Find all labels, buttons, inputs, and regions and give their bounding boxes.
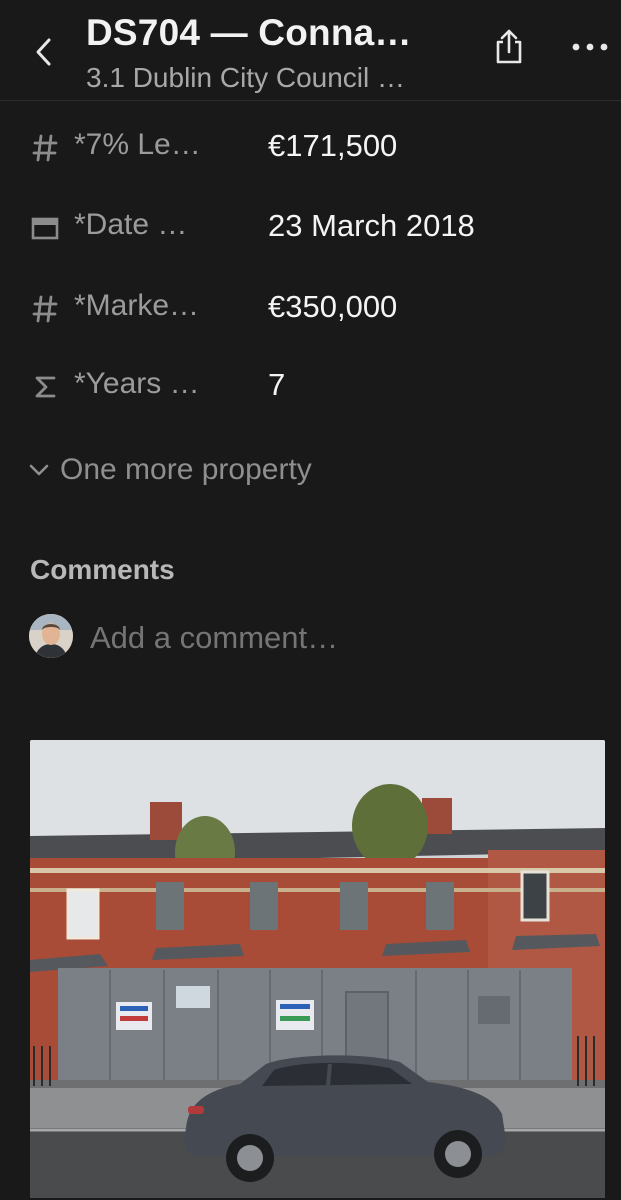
property-row-years[interactable]: *Years … 7 xyxy=(0,357,621,417)
avatar xyxy=(29,614,73,658)
property-name: *7% Le… xyxy=(74,128,201,161)
property-value[interactable]: 7 xyxy=(268,367,588,403)
comments-heading: Comments xyxy=(30,554,175,585)
property-name: *Marke… xyxy=(74,289,200,322)
chevron-down-icon xyxy=(29,464,49,476)
property-row-market-value[interactable]: *Marke… €350,000 xyxy=(0,279,621,339)
property-name: *Date … xyxy=(74,208,188,241)
back-button[interactable] xyxy=(22,30,66,74)
more-horizontal-icon xyxy=(572,43,608,51)
number-icon xyxy=(30,126,60,170)
street-view-image xyxy=(30,740,605,1198)
sigma-icon xyxy=(30,365,60,409)
show-more-properties-label: One more property xyxy=(60,453,312,486)
show-more-properties-button[interactable]: One more property xyxy=(28,448,312,492)
comment-input[interactable] xyxy=(90,620,590,656)
number-icon xyxy=(30,287,60,331)
property-photo[interactable] xyxy=(30,740,605,1198)
calendar-icon xyxy=(30,206,60,250)
page-title: DS704 — Conna… xyxy=(86,12,412,53)
property-value[interactable]: 23 March 2018 xyxy=(268,208,588,244)
share-icon xyxy=(496,29,522,64)
property-row-7pct-levy[interactable]: *7% Le… €171,500 xyxy=(0,118,621,178)
property-value[interactable]: €171,500 xyxy=(268,128,588,164)
property-value[interactable]: €350,000 xyxy=(268,289,588,325)
breadcrumb-database[interactable]: 3.1 Dublin City Council … xyxy=(86,62,476,94)
property-row-date[interactable]: *Date … 23 March 2018 xyxy=(0,198,621,258)
share-button[interactable] xyxy=(486,24,532,70)
property-name: *Years … xyxy=(74,367,200,400)
page-detail-screen: DS704 — Conna… 3.1 Dublin City Council … xyxy=(0,0,621,1200)
chevron-left-icon xyxy=(36,38,51,66)
more-options-button[interactable] xyxy=(566,24,614,70)
page-header: DS704 — Conna… 3.1 Dublin City Council … xyxy=(0,0,621,101)
